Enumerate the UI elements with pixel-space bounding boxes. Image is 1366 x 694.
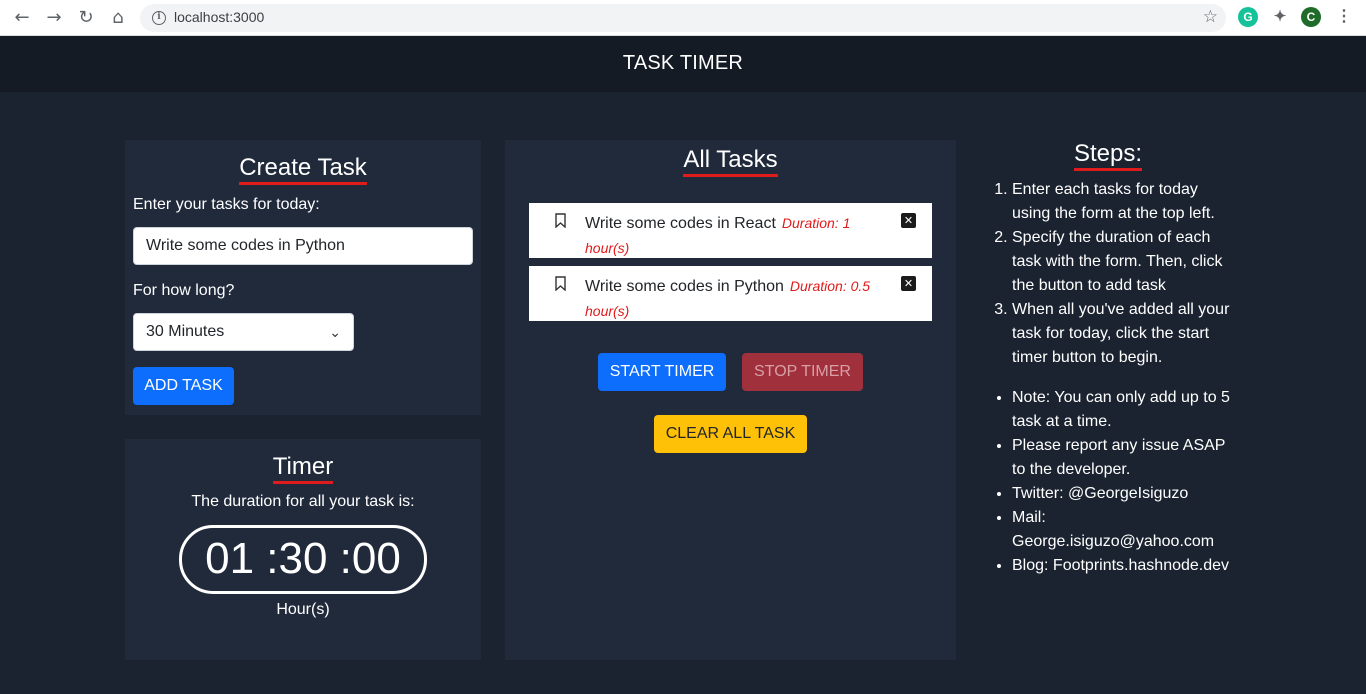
add-task-button[interactable]: ADD TASK (133, 367, 234, 405)
forward-icon[interactable]: → (42, 6, 66, 30)
timer-subtitle: The duration for all your task is: (191, 493, 415, 510)
profile-avatar[interactable]: C (1301, 7, 1321, 27)
note-item: Twitter: @GeorgeIsiguzo (1012, 482, 1237, 506)
steps-heading: Steps: (985, 140, 1231, 171)
note-item: Mail: George.isiguzo@yahoo.com (1012, 506, 1237, 554)
note-item: Blog: Footprints.hashnode.dev (1012, 554, 1237, 578)
task-name: Write some codes in React (585, 215, 776, 232)
task-input-label: Enter your tasks for today: (133, 196, 320, 213)
task-list-item: Write some codes in React Duration: 1 hou… (529, 203, 932, 258)
note-item: Please report any issue ASAP to the deve… (1012, 434, 1237, 482)
delete-task-close-icon[interactable]: ✕ (901, 276, 916, 291)
clear-all-task-button[interactable]: CLEAR ALL TASK (654, 415, 807, 453)
timer-heading: Timer (125, 453, 481, 484)
browser-menu-icon[interactable]: ⋮ (1334, 7, 1354, 27)
start-timer-button[interactable]: START TIMER (598, 353, 726, 391)
task-text: Write some codes in Python Duration: 0.5 … (585, 274, 885, 324)
timer-panel: Timer The duration for all your task is:… (125, 439, 481, 660)
duration-select[interactable]: 30 Minutes ⌄ (133, 313, 354, 351)
delete-task-close-icon[interactable]: ✕ (901, 213, 916, 228)
create-task-panel: Create Task Enter your tasks for today: … (125, 140, 481, 415)
browser-toolbar: ← → ↻ ⌂ i localhost:3000 ☆ G ✦ C ⋮ (0, 0, 1366, 36)
task-input[interactable]: Write some codes in Python (133, 227, 473, 265)
task-text: Write some codes in React Duration: 1 hou… (585, 211, 885, 261)
chevron-down-icon: ⌄ (329, 324, 341, 340)
timer-unit: Hour(s) (276, 601, 330, 618)
task-name: Write some codes in Python (585, 278, 784, 295)
bookmark-icon (555, 213, 566, 228)
all-tasks-panel: All Tasks Write some codes in React Durat… (505, 140, 956, 660)
address-bar[interactable]: i localhost:3000 ☆ (140, 4, 1226, 32)
step-item: Specify the duration of each task with t… (1012, 226, 1237, 298)
bookmark-icon (555, 276, 566, 291)
all-tasks-heading: All Tasks (505, 146, 956, 177)
stop-timer-button[interactable]: STOP TIMER (742, 353, 863, 391)
site-info-icon[interactable]: i (152, 11, 166, 25)
note-item: Note: You can only add up to 5 task at a… (1012, 386, 1237, 434)
extensions-puzzle-icon[interactable]: ✦ (1270, 7, 1290, 27)
app-header: TASK TIMER (0, 36, 1366, 92)
back-icon[interactable]: ← (10, 6, 34, 30)
address-url[interactable]: localhost:3000 (174, 9, 264, 25)
duration-selected-value: 30 Minutes (146, 323, 225, 340)
timer-display: 01 :30 :00 (179, 525, 427, 594)
steps-list: Enter each tasks for today using the for… (1012, 178, 1237, 370)
grammarly-extension-icon[interactable]: G (1238, 7, 1258, 27)
home-icon[interactable]: ⌂ (106, 6, 130, 30)
steps-section: Steps: Enter each tasks for today using … (985, 140, 1245, 590)
bookmark-star-icon[interactable]: ☆ (1203, 7, 1218, 27)
step-item: Enter each tasks for today using the for… (1012, 178, 1237, 226)
reload-icon[interactable]: ↻ (74, 6, 98, 30)
notes-list: Note: You can only add up to 5 task at a… (1012, 386, 1237, 578)
duration-label: For how long? (133, 282, 235, 299)
create-task-heading: Create Task (125, 154, 481, 185)
step-item: When all you've added all your task for … (1012, 298, 1237, 370)
app-title: TASK TIMER (622, 52, 744, 74)
task-list-item: Write some codes in Python Duration: 0.5 … (529, 266, 932, 321)
